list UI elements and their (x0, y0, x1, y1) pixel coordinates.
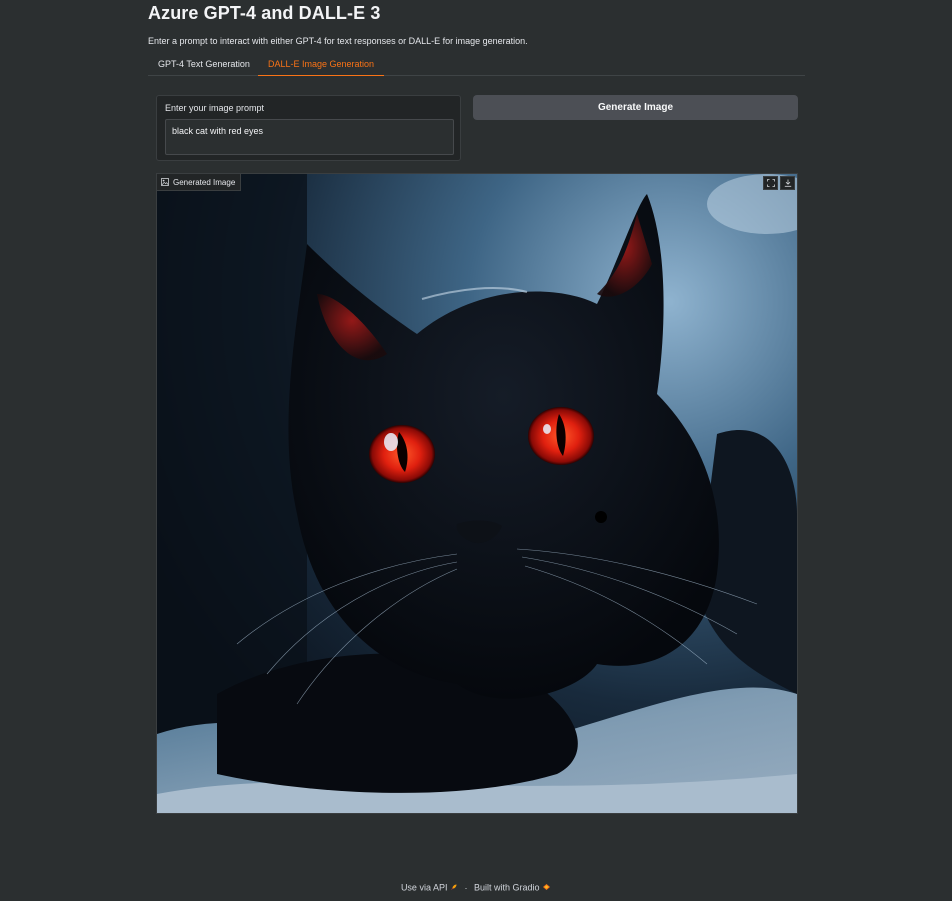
footer: Use via API · Built with Gradio (0, 882, 952, 893)
page-subtitle: Enter a prompt to interact with either G… (148, 36, 528, 46)
tab-bar: GPT-4 Text Generation DALL-E Image Gener… (148, 54, 805, 76)
generated-image-panel: Generated Image (156, 173, 798, 814)
image-toolbar (763, 176, 795, 190)
footer-separator: · (464, 882, 468, 893)
image-prompt-input[interactable]: black cat with red eyes (165, 119, 454, 155)
fullscreen-icon[interactable] (763, 176, 778, 190)
page-title: Azure GPT-4 and DALL-E 3 (148, 3, 381, 23)
tab-dalle-image-generation[interactable]: DALL-E Image Generation (258, 54, 385, 76)
generated-image-label-text: Generated Image (173, 177, 236, 187)
rocket-icon (450, 883, 461, 893)
tab-gpt4-text-generation[interactable]: GPT-4 Text Generation (148, 54, 260, 75)
download-icon[interactable] (780, 176, 795, 190)
generate-image-button[interactable]: Generate Image (473, 95, 798, 120)
gradio-logo-icon (542, 883, 551, 893)
use-via-api-link[interactable]: Use via API (401, 883, 448, 893)
generated-image-label: Generated Image (157, 174, 242, 191)
built-with-gradio-link[interactable]: Built with Gradio (474, 883, 540, 893)
prompt-block: Enter your image prompt black cat with r… (156, 95, 461, 161)
generated-image (157, 174, 797, 813)
image-icon (161, 178, 169, 186)
prompt-label: Enter your image prompt (165, 103, 265, 113)
